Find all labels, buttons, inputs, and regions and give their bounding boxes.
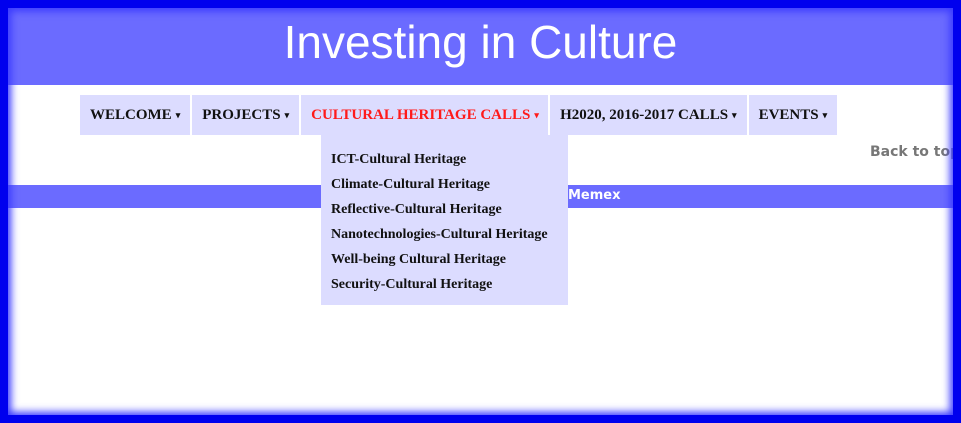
nav-item-label: WELCOME [90, 106, 172, 123]
cultural-heritage-dropdown: ICT-Cultural Heritage Climate-Cultural H… [321, 135, 568, 305]
caret-down-icon: ▾ [284, 109, 290, 120]
dropdown-item-ict[interactable]: ICT-Cultural Heritage [321, 147, 568, 172]
back-to-top-link[interactable]: Back to top [870, 144, 960, 160]
caret-down-icon: ▾ [822, 109, 828, 120]
site-title: Investing in Culture [283, 15, 678, 68]
site-header: Investing in Culture [0, 0, 961, 85]
nav-item-events[interactable]: EVENTS ▾ [748, 95, 838, 135]
nav-item-h2020-calls[interactable]: H2020, 2016-2017 CALLS ▾ [550, 95, 747, 135]
caret-down-icon: ▾ [732, 109, 737, 120]
dropdown-item-nanotechnologies[interactable]: Nanotechnologies-Cultural Heritage [321, 222, 568, 247]
nav-item-label: EVENTS [758, 106, 819, 123]
dropdown-item-security[interactable]: Security-Cultural Heritage [321, 272, 568, 297]
main-nav: WELCOME ▾ PROJECTS ▾ CULTURAL HERITAGE C… [80, 95, 839, 135]
caret-down-icon: ▾ [175, 109, 181, 120]
footer-text: Memex [568, 188, 621, 203]
dropdown-item-well-being[interactable]: Well-being Cultural Heritage [321, 247, 568, 272]
nav-item-label: H2020, 2016-2017 CALLS [560, 106, 729, 123]
caret-down-icon: ▾ [534, 109, 539, 120]
nav-item-cultural-heritage-calls[interactable]: CULTURAL HERITAGE CALLS ▾ [301, 95, 549, 135]
dropdown-item-reflective[interactable]: Reflective-Cultural Heritage [321, 197, 568, 222]
nav-item-projects[interactable]: PROJECTS ▾ [192, 95, 300, 135]
nav-item-label: PROJECTS [202, 106, 281, 123]
nav-item-welcome[interactable]: WELCOME ▾ [80, 95, 191, 135]
nav-item-label: CULTURAL HERITAGE CALLS [311, 106, 531, 123]
dropdown-item-climate[interactable]: Climate-Cultural Heritage [321, 172, 568, 197]
